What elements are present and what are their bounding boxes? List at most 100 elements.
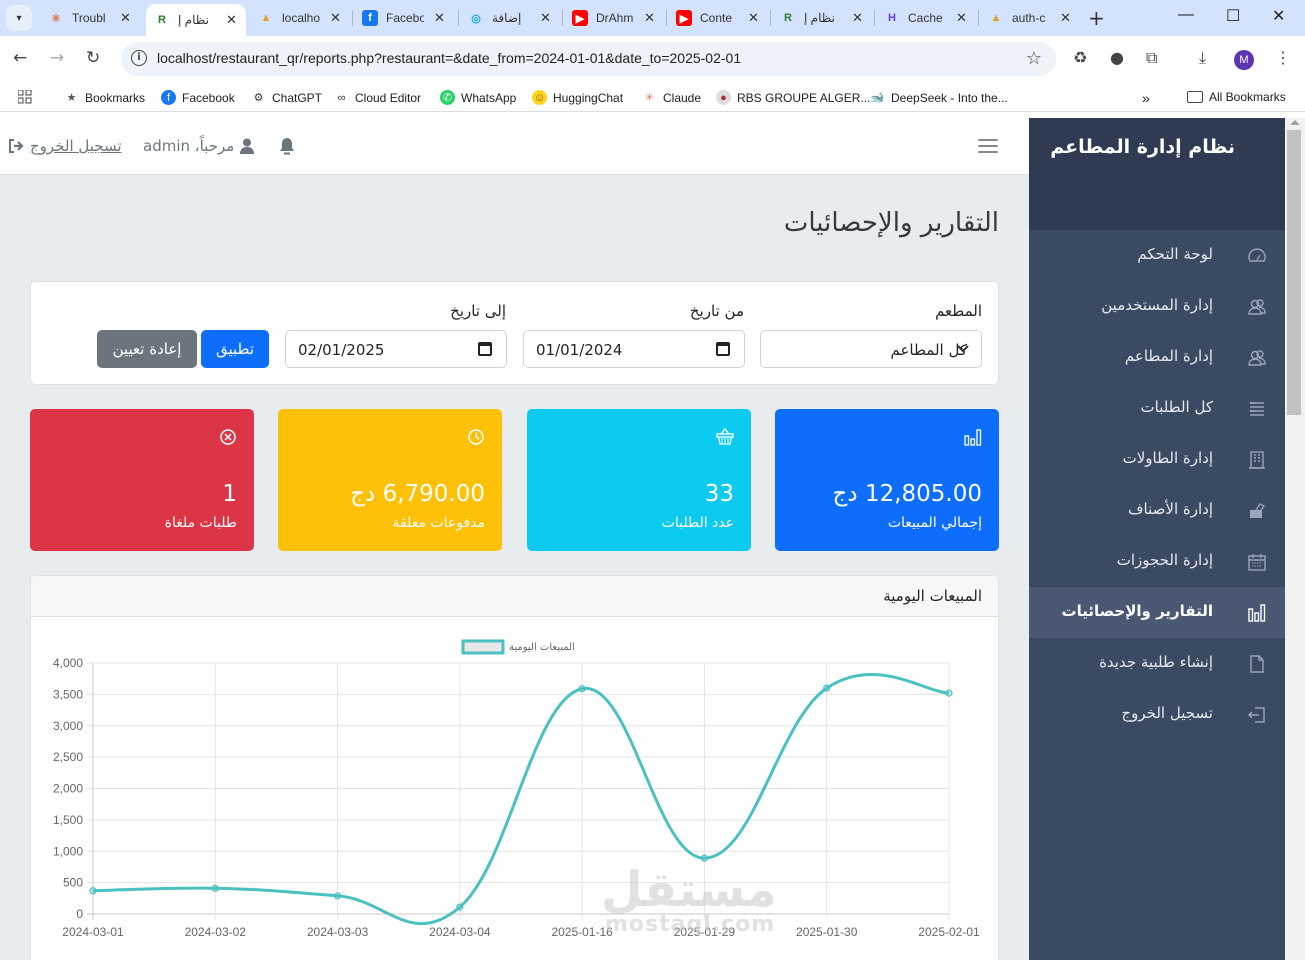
bookmark-label: Claude xyxy=(663,90,702,105)
chevron-down-icon: ▾ xyxy=(16,12,22,24)
close-tab-icon[interactable]: ✕ xyxy=(644,10,655,26)
bookmark-label: Bookmarks xyxy=(85,90,146,105)
sidebar-item[interactable]: التقارير والإحصائيات xyxy=(1029,587,1285,638)
scroll-up-arrow[interactable] xyxy=(1290,120,1300,125)
browser-tab[interactable]: R نظام إ ✕ xyxy=(772,4,872,32)
bookmark-item[interactable]: 🐋 DeepSeek - Into the... xyxy=(870,90,1008,105)
close-tab-icon[interactable]: ✕ xyxy=(748,10,759,26)
sidebar-item[interactable]: تسجيل الخروج xyxy=(1029,689,1285,740)
restaurant-select-value: كل المطاعم xyxy=(890,341,968,359)
browser-tab[interactable]: f Facebo ✕ xyxy=(354,4,454,32)
sidebar-item[interactable]: إدارة الطاولات xyxy=(1029,434,1285,485)
youtube-favicon-icon: ▶ xyxy=(676,10,692,26)
x-tick-label: 2024-03-02 xyxy=(185,925,247,939)
browser-tab[interactable]: ▶ DrAhm ✕ xyxy=(564,4,664,32)
site-info-icon[interactable]: i xyxy=(131,50,147,66)
browser-tab[interactable]: ◎ إضافة ✕ xyxy=(460,4,560,32)
more-menu-icon[interactable]: ⋮ xyxy=(1275,48,1291,67)
y-tick-label: 1,000 xyxy=(53,844,83,858)
user-icon xyxy=(240,138,255,154)
close-tab-icon[interactable]: ✕ xyxy=(1060,10,1071,26)
tab-separator xyxy=(352,10,353,26)
tab-search-button[interactable]: ▾ xyxy=(6,5,32,31)
bookmark-item[interactable]: ☺ HuggingChat xyxy=(532,90,623,105)
bookmark-item[interactable]: ● RBS GROUPE ALGER... xyxy=(716,90,870,105)
bookmark-item[interactable]: f Facebook xyxy=(161,90,235,105)
from-date-input[interactable]: 01/01/2024 xyxy=(523,330,745,368)
scrollbar-thumb[interactable] xyxy=(1287,130,1301,415)
sidebar-item[interactable]: لوحة التحكم xyxy=(1029,230,1285,281)
bookmark-item[interactable]: ✆ WhatsApp xyxy=(440,90,516,105)
data-point xyxy=(945,689,953,697)
reset-button[interactable]: إعادة تعيين xyxy=(97,330,197,368)
browser-tab[interactable]: H Cache ✕ xyxy=(876,4,976,32)
reload-button[interactable]: ↻ xyxy=(86,48,100,68)
forward-button[interactable]: → xyxy=(50,48,64,68)
sidebar-item[interactable]: إدارة الأصناف xyxy=(1029,485,1285,536)
sidebar-item[interactable]: كل الطلبات xyxy=(1029,383,1285,434)
pma-favicon-icon: ▲ xyxy=(990,12,1002,24)
stat-caption: طلبات ملغاة xyxy=(164,515,237,531)
apply-button[interactable]: تطبيق xyxy=(201,330,269,368)
close-tab-icon[interactable]: ✕ xyxy=(540,10,551,26)
back-button[interactable]: ← xyxy=(13,48,27,68)
more-bookmarks-button[interactable]: » xyxy=(1142,90,1150,106)
close-tab-icon[interactable]: ✕ xyxy=(226,12,237,28)
calendar-icon xyxy=(1248,554,1266,571)
bookmark-star-icon[interactable]: ☆ xyxy=(1026,48,1042,69)
bookmark-item[interactable]: ★ Bookmarks xyxy=(64,90,145,105)
data-point xyxy=(823,684,831,692)
new-tab-button[interactable]: + xyxy=(1088,6,1105,30)
bookmark-item[interactable]: ✳ Claude xyxy=(642,90,701,105)
top-navbar: تسجيل الخروج مرحباً، admin xyxy=(0,118,1029,175)
profile-avatar[interactable]: M xyxy=(1234,50,1254,70)
bookmark-item[interactable]: ⚙ ChatGPT xyxy=(251,90,322,105)
recycle-extension-icon[interactable]: ♻ xyxy=(1073,48,1087,67)
menu-toggle-button[interactable] xyxy=(978,139,998,153)
browser-tab[interactable]: R نظام إ ✕ xyxy=(146,4,246,36)
page-scrollbar[interactable] xyxy=(1285,118,1305,960)
sidebar-item[interactable]: إنشاء طلبية جديدة xyxy=(1029,638,1285,689)
calendar-icon[interactable] xyxy=(478,342,492,356)
browser-tab[interactable]: ▲ auth-c ✕ xyxy=(980,4,1080,32)
maximize-button[interactable]: ☐ xyxy=(1226,6,1240,26)
y-tick-label: 2,500 xyxy=(53,750,83,764)
browser-tab[interactable]: ▶ Conte ✕ xyxy=(668,4,768,32)
to-date-input[interactable]: 02/01/2025 xyxy=(285,330,507,368)
browser-tab[interactable]: ▲ localho ✕ xyxy=(250,4,350,32)
tab-title: نظام إ xyxy=(178,13,209,27)
browser-tab[interactable]: ✳ Troubl ✕ xyxy=(40,4,140,32)
claude-favicon-icon: ✳ xyxy=(51,12,61,25)
data-point xyxy=(700,854,709,862)
sidebar-item[interactable]: إدارة الحجوزات xyxy=(1029,536,1285,587)
close-tab-icon[interactable]: ✕ xyxy=(434,10,445,26)
close-tab-icon[interactable]: ✕ xyxy=(330,10,341,26)
whatsapp-icon: ✆ xyxy=(440,90,455,105)
calendar-icon[interactable] xyxy=(716,342,730,356)
close-tab-icon[interactable]: ✕ xyxy=(852,10,863,26)
notifications-bell-icon[interactable] xyxy=(279,137,295,159)
url-text[interactable]: localhost/restaurant_qr/reports.php?rest… xyxy=(157,50,741,66)
top-logout-link[interactable]: تسجيل الخروج xyxy=(8,137,122,155)
apps-grid-icon[interactable] xyxy=(18,90,32,104)
y-tick-label: 1,500 xyxy=(53,813,83,827)
deepseek-icon: 🐋 xyxy=(870,92,885,104)
extensions-icon[interactable]: ⧉ xyxy=(1146,48,1157,68)
close-window-button[interactable]: ✕ xyxy=(1272,6,1285,26)
logout-icon xyxy=(1248,707,1265,723)
cookie-extension-icon[interactable]: ● xyxy=(1110,48,1124,67)
address-bar[interactable]: i localhost/restaurant_qr/reports.php?re… xyxy=(121,42,1056,76)
sidebar-item[interactable]: إدارة المطاعم xyxy=(1029,332,1285,383)
close-tab-icon[interactable]: ✕ xyxy=(956,10,967,26)
minimize-button[interactable]: — xyxy=(1178,6,1194,24)
bookmark-item[interactable]: ∞ Cloud Editor xyxy=(334,90,421,105)
download-icon[interactable]: ⤓ xyxy=(1199,48,1206,68)
x-tick-label: 2025-01-30 xyxy=(796,925,858,939)
sidebar-item[interactable]: إدارة المستخدمين xyxy=(1029,281,1285,332)
claude-icon: ✳ xyxy=(644,92,655,104)
close-tab-icon[interactable]: ✕ xyxy=(120,10,131,26)
sidebar-item-label: إدارة الأصناف xyxy=(1128,500,1213,518)
rbs-icon: ● xyxy=(716,90,731,105)
all-bookmarks-button[interactable]: All Bookmarks xyxy=(1187,90,1286,104)
restaurant-select[interactable]: كل المطاعم xyxy=(760,330,982,368)
